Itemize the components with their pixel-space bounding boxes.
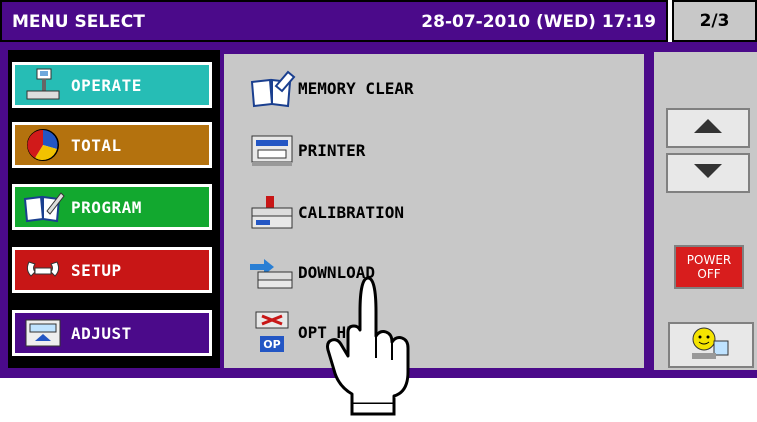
category-label: TOTAL: [71, 135, 122, 155]
category-button-operate[interactable]: OPERATE: [10, 60, 214, 110]
scale-display-icon: [15, 313, 71, 353]
scale-screen: MENU SELECT 28-07-2010 (WED) 17:19 2/3 O…: [0, 0, 757, 416]
menu-item-label: MEMORY CLEAR: [298, 78, 414, 98]
operator-button[interactable]: [668, 322, 754, 368]
menu-item-calibration[interactable]: CALIBRATION: [246, 188, 404, 236]
option-check-icon: OP: [246, 310, 298, 354]
menu-item-printer[interactable]: PRINTER: [246, 126, 365, 174]
category-label: SETUP: [71, 260, 122, 280]
menu-item-label: CALIBRATION: [298, 202, 404, 222]
pie-chart-icon: [15, 125, 71, 165]
power-off-button[interactable]: POWER OFF: [674, 245, 744, 289]
category-label: OPERATE: [71, 75, 142, 95]
menu-item-memory-clear[interactable]: MEMORY CLEAR: [246, 64, 414, 112]
triangle-up-icon: [693, 118, 723, 138]
download-icon: [246, 250, 298, 294]
category-label: PROGRAM: [71, 197, 142, 217]
power-label: POWER: [686, 253, 732, 267]
menu-item-label: PRINTER: [298, 140, 366, 160]
category-button-setup[interactable]: SETUP: [10, 245, 214, 295]
scale-terminal-icon: [15, 65, 71, 105]
operator-icon: [690, 325, 732, 365]
pointing-hand-icon: [318, 272, 418, 418]
title-text: MENU SELECT: [12, 12, 145, 32]
title-bar: MENU SELECT 28-07-2010 (WED) 17:19: [0, 0, 668, 42]
scroll-up-button[interactable]: [666, 108, 750, 148]
page-indicator: 2/3: [672, 0, 757, 42]
printer-icon: [246, 128, 298, 172]
book-pen-icon: [15, 187, 71, 227]
date-time: 28-07-2010 (WED) 17:19: [421, 12, 656, 32]
off-label: OFF: [697, 267, 721, 281]
category-label: ADJUST: [71, 323, 132, 343]
scroll-down-button[interactable]: [666, 153, 750, 193]
calibration-icon: [246, 190, 298, 234]
triangle-down-icon: [693, 163, 723, 183]
memory-clear-icon: [246, 66, 298, 110]
option-badge-text: OP: [263, 338, 280, 351]
menu-panel: MEMORY CLEAR PRINTER CALIBRATION DOWNLOA…: [222, 52, 646, 370]
category-button-adjust[interactable]: ADJUST: [10, 308, 214, 358]
category-button-program[interactable]: PROGRAM: [10, 182, 214, 232]
category-button-total[interactable]: TOTAL: [10, 120, 214, 170]
wrench-icon: [15, 250, 71, 290]
